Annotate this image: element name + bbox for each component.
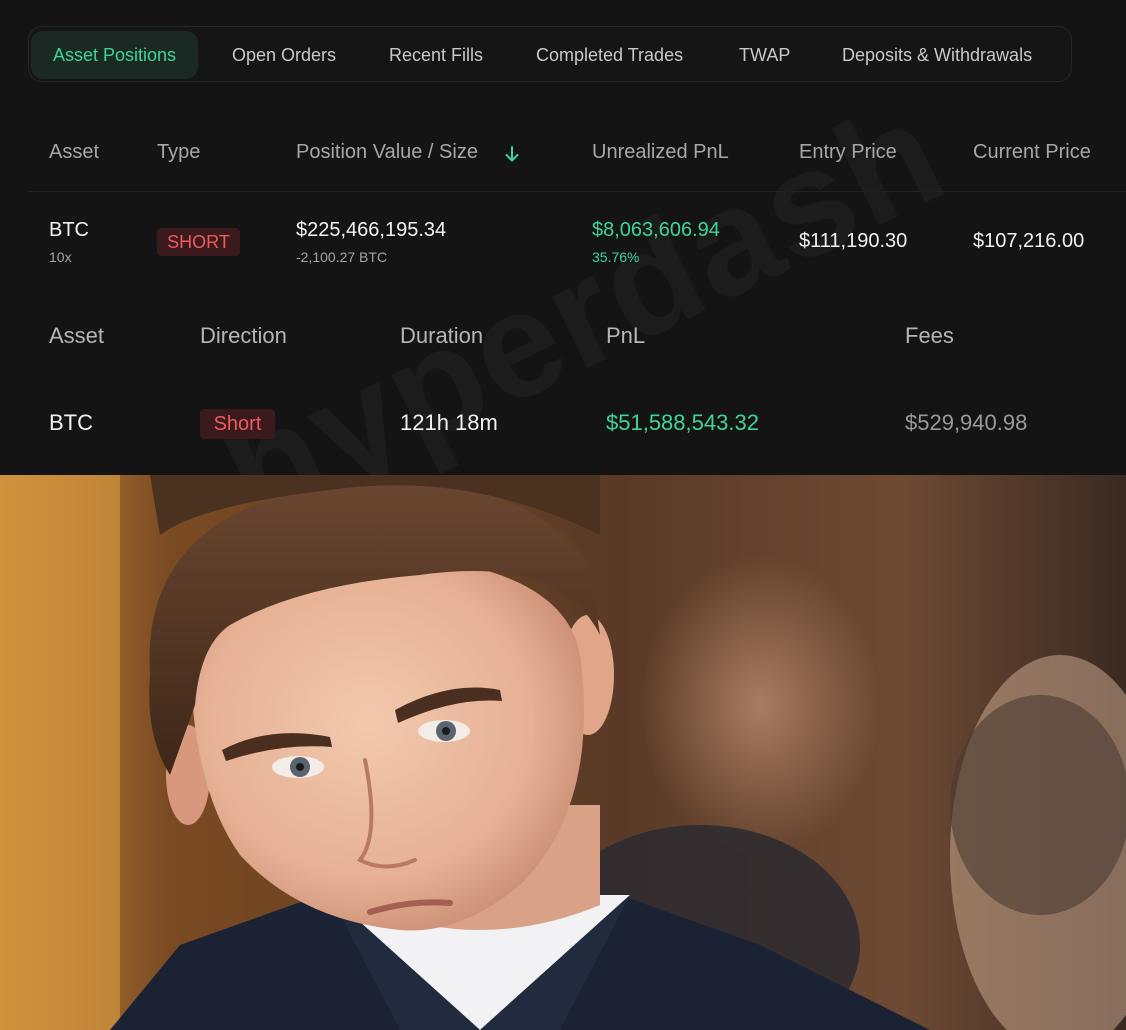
positions-panel: hyperdash Asset Positions Open Orders Re…: [0, 0, 1126, 475]
tab-recent-fills[interactable]: Recent Fills: [389, 31, 483, 79]
trades-header-direction: Direction: [200, 323, 287, 348]
trades-header-fees: Fees: [905, 323, 954, 348]
column-header-current-price[interactable]: Current Price: [973, 141, 1091, 164]
asset-name: BTC: [49, 219, 89, 241]
trades-header-pnl: PnL: [606, 323, 646, 348]
column-header-unrealized-pnl[interactable]: Unrealized PnL: [592, 141, 729, 164]
column-header-position-value[interactable]: Position Value / Size: [296, 141, 478, 164]
trades-header-asset: Asset: [49, 323, 105, 348]
column-header-asset[interactable]: Asset: [49, 141, 99, 164]
current-price: $107,216.00: [973, 230, 1085, 252]
tab-completed-trades[interactable]: Completed Trades: [536, 31, 683, 79]
trade-asset: BTC: [49, 410, 93, 435]
tab-asset-positions[interactable]: Asset Positions: [31, 31, 199, 79]
trade-fees: $529,940.98: [905, 410, 1028, 435]
column-header-entry-price[interactable]: Entry Price: [799, 141, 897, 164]
tab-twap[interactable]: TWAP: [739, 31, 790, 79]
unrealized-pnl-percent: 35.76%: [592, 249, 640, 265]
tab-open-orders[interactable]: Open Orders: [232, 31, 336, 79]
tab-deposits-withdrawals[interactable]: Deposits & Withdrawals: [842, 31, 1032, 79]
position-type-badge: SHORT: [157, 228, 240, 256]
arrow-down-icon[interactable]: [503, 144, 521, 164]
position-value: $225,466,195.34: [296, 219, 447, 241]
header-divider: [28, 191, 1126, 192]
trade-pnl: $51,588,543.32: [606, 410, 759, 435]
trade-direction-badge: Short: [200, 409, 275, 439]
column-header-type[interactable]: Type: [157, 141, 200, 164]
entry-price: $111,190.30: [799, 230, 908, 252]
trade-duration: 121h 18m: [400, 410, 498, 435]
unrealized-pnl: $8,063,606.94: [592, 219, 720, 241]
leverage: 10x: [49, 249, 72, 265]
tab-bar: Asset Positions Open Orders Recent Fills…: [28, 26, 1072, 82]
position-size: -2,100.27 BTC: [296, 249, 388, 265]
portrait-photo: [0, 475, 1126, 1030]
trades-header-duration: Duration: [400, 323, 484, 348]
